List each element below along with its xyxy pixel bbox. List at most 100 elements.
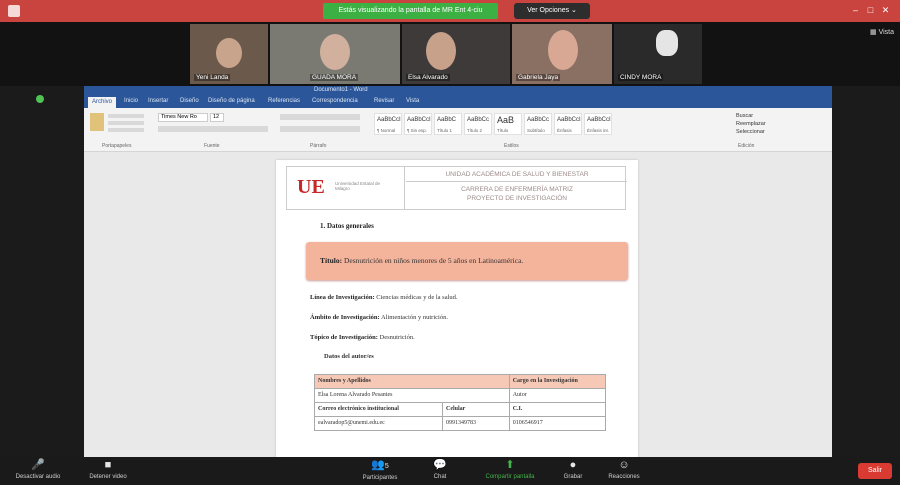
- participant-face: [216, 38, 242, 68]
- tab-correspondencia[interactable]: Correspondencia: [312, 98, 358, 104]
- tab-archivo[interactable]: Archivo: [88, 97, 117, 108]
- style-name: Énfasis: [557, 128, 572, 133]
- close-icon[interactable]: ✕: [880, 5, 891, 16]
- leave-meeting-button[interactable]: Salir: [858, 463, 892, 479]
- font-name-select[interactable]: Times New Ro: [158, 113, 208, 122]
- title-bar: Estás visualizando la pantalla de MR Ent…: [0, 0, 900, 22]
- format-painter-button[interactable]: [108, 128, 144, 132]
- tab-diseno[interactable]: Diseño: [180, 98, 199, 104]
- list-buttons[interactable]: [280, 114, 360, 120]
- screen-share-banner: Estás visualizando la pantalla de MR Ent…: [323, 3, 498, 19]
- header-career: CARRERA DE ENFERMERÍA MATRIZ: [461, 186, 573, 193]
- research-topic: Tópico de Investigación: Desnutrición.: [310, 334, 415, 341]
- word-title-bar: Documento1 - Word: [84, 86, 832, 97]
- participant-face: [656, 30, 678, 56]
- view-options-button[interactable]: Ver Opciones ⌄: [514, 3, 590, 19]
- zoom-meeting-window: Estás visualizando la pantalla de MR Ent…: [0, 0, 900, 485]
- research-scope: Ámbito de Investigación: Alimentación y …: [310, 314, 448, 321]
- style-sample: AaBbCc: [527, 117, 550, 123]
- connection-status-icon: [36, 95, 44, 103]
- maximize-icon[interactable]: □: [865, 5, 876, 16]
- style-name: ¶ Normal: [377, 128, 396, 133]
- group-label: Estilos: [504, 143, 519, 149]
- title-value: Desnutrición en niños menores de 5 años …: [343, 256, 524, 265]
- alignment-buttons[interactable]: [280, 126, 360, 132]
- copy-button[interactable]: [108, 121, 144, 125]
- record-icon: ●: [569, 459, 577, 471]
- view-button[interactable]: ▦ Vista: [870, 28, 894, 36]
- ribbon-toolbar: Times New Ro 12 AaBbCcI ¶ Normal AaBbCcI ¶…: [84, 108, 832, 152]
- title-box: Título: Desnutrición en niños menores de…: [306, 242, 628, 280]
- document-page[interactable]: UE Universidad Estatal de Milagro UNIDAD…: [276, 160, 638, 457]
- group-label: Fuente: [204, 143, 220, 149]
- tab-vista[interactable]: Vista: [406, 98, 419, 104]
- table-cell: Celular: [442, 402, 510, 417]
- style-sample: AaBbC: [437, 117, 457, 123]
- table-row: Correo electrónico institucional Celular…: [314, 402, 607, 417]
- style-title[interactable]: AaB Título: [494, 113, 522, 135]
- participant-tile[interactable]: GUADA MORA: [270, 24, 400, 84]
- reactions-button[interactable]: ☺ Reacciones: [598, 459, 650, 480]
- style-name: Título 2: [467, 128, 483, 133]
- tab-insertar[interactable]: Insertar: [148, 98, 168, 104]
- toolbar-label: Detener video: [89, 474, 127, 480]
- paste-icon[interactable]: [90, 113, 104, 131]
- tab-diseno-pagina[interactable]: Diseño de página: [208, 98, 255, 104]
- replace-button[interactable]: Reemplazar: [736, 121, 766, 127]
- participant-name: GUADA MORA: [310, 74, 359, 81]
- title-label: Título:: [320, 256, 343, 265]
- style-heading2[interactable]: AaBbCc Título 2: [464, 113, 492, 135]
- font-size-select[interactable]: 12: [210, 113, 224, 122]
- mute-button[interactable]: 🎤 Desactivar audio: [8, 459, 68, 480]
- participant-tile[interactable]: CINDY MORA: [614, 24, 702, 84]
- style-sample: AaBbCcI: [587, 117, 611, 123]
- toolbar-label: Desactivar audio: [15, 474, 61, 480]
- participant-face: [548, 30, 578, 70]
- participant-name: Yeni Landa: [194, 74, 231, 81]
- group-label: Portapapeles: [102, 143, 132, 149]
- participant-tile[interactable]: Gabriela Jaya: [512, 24, 612, 84]
- group-label: Edición: [738, 143, 755, 149]
- font-format-buttons[interactable]: [158, 126, 268, 132]
- research-line: Línea de Investigación: Ciencias médicas…: [310, 294, 458, 301]
- style-normal[interactable]: AaBbCcI ¶ Normal: [374, 113, 402, 135]
- participants-button[interactable]: 👥5 Participantes: [352, 459, 408, 481]
- tab-revisar[interactable]: Revisar: [374, 98, 394, 104]
- record-button[interactable]: ● Grabar: [555, 459, 591, 480]
- participants-glyph: 👥: [371, 459, 385, 471]
- find-button[interactable]: Buscar: [736, 113, 753, 119]
- minimize-icon[interactable]: –: [850, 5, 861, 16]
- line-label: Tópico de Investigación:: [310, 334, 378, 341]
- group-label: Párrafo: [310, 143, 327, 149]
- tab-inicio[interactable]: Inicio: [124, 98, 138, 104]
- table-cell: Correo electrónico institucional: [314, 402, 443, 417]
- chat-button[interactable]: 💬 Chat: [420, 459, 460, 480]
- select-button[interactable]: Seleccionar: [736, 129, 765, 135]
- participant-video-strip: Yeni Landa GUADA MORA Elsa Alvarado Gabr…: [0, 22, 900, 86]
- table-row: Elsa Lorena Alvarado Pesantes Autor: [314, 388, 607, 403]
- style-name: ¶ Sin esp.: [407, 128, 427, 133]
- cut-button[interactable]: [108, 114, 144, 118]
- reactions-icon: ☺: [618, 459, 630, 471]
- style-sample: AaBbCc: [467, 117, 490, 123]
- stop-video-button[interactable]: ■ Detener video: [78, 459, 138, 480]
- style-emphasis[interactable]: AaBbCcI Énfasis: [554, 113, 582, 135]
- style-heading1[interactable]: AaBbC Título 1: [434, 113, 462, 135]
- style-name: Subtítulo: [527, 128, 545, 133]
- style-no-spacing[interactable]: AaBbCcI ¶ Sin esp.: [404, 113, 432, 135]
- table-cell: 0991349783: [442, 416, 510, 431]
- share-screen-icon: ⬆: [505, 459, 515, 471]
- line-label: Ámbito de Investigación:: [310, 314, 380, 321]
- word-doc-title: Documento1 - Word: [314, 87, 368, 93]
- participant-tile[interactable]: Elsa Alvarado: [402, 24, 510, 84]
- style-name: Énfasis int.: [587, 128, 610, 133]
- tab-referencias[interactable]: Referencias: [268, 98, 300, 104]
- style-intense-emphasis[interactable]: AaBbCcI Énfasis int.: [584, 113, 612, 135]
- style-subtitle[interactable]: AaBbCc Subtítulo: [524, 113, 552, 135]
- table-cell: Autor: [508, 388, 607, 403]
- share-screen-button[interactable]: ⬆ Compartir pantalla: [475, 459, 545, 480]
- zoom-app-icon: [8, 5, 20, 17]
- participant-tile[interactable]: Yeni Landa: [190, 24, 268, 84]
- participant-name: CINDY MORA: [618, 74, 664, 81]
- line-value: Ciencias médicas y de la salud.: [376, 294, 458, 301]
